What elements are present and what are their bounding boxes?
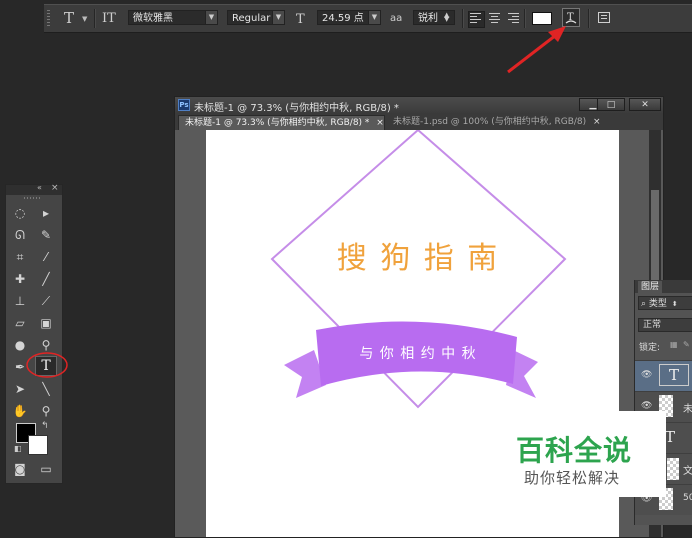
gradient-tool-icon[interactable]: ▣	[35, 313, 57, 333]
canvas-pasteboard	[175, 130, 206, 537]
antialias-icon: aa	[390, 13, 403, 24]
eyedropper-tool-icon[interactable]: ⁄	[35, 247, 57, 267]
lock-label: 锁定:	[639, 343, 661, 353]
lock-transparent-icon[interactable]: ▦	[670, 340, 678, 349]
maximize-button[interactable]: □	[597, 98, 625, 111]
dodge-tool-icon[interactable]: ⚲	[35, 335, 57, 355]
watermark-subtitle: 助你轻松解决	[524, 469, 621, 487]
document-titlebar[interactable]: Ps 未标题-1 @ 73.3% (与你相约中秋, RGB/8) * ▁ □ ✕	[175, 97, 663, 114]
lock-pixels-icon[interactable]: ✎	[683, 340, 690, 349]
history-brush-tool-icon[interactable]: ⟋	[35, 291, 57, 311]
warp-text-button[interactable]: T	[562, 8, 580, 27]
brush-tool-icon[interactable]: ╱	[35, 269, 57, 289]
eye-icon[interactable]: 👁	[641, 401, 652, 411]
watermark-title: 百科全说	[516, 434, 633, 467]
align-center-icon[interactable]	[487, 11, 504, 28]
eraser-tool-icon[interactable]: ▱	[9, 313, 31, 333]
tab-label: 未标题-1.psd @ 100% (与你相约中秋, RGB/8)	[393, 117, 587, 127]
pen-tool-icon[interactable]: ✒	[9, 357, 31, 377]
divider	[588, 9, 590, 28]
tab-layers[interactable]: 图层	[638, 281, 663, 293]
options-bar: T ▼ IT 微软雅黑 ▼ Regular ▼ T 24.59 点 ▼ aa 锐…	[44, 4, 692, 33]
blend-mode-select[interactable]: 正常	[638, 318, 692, 332]
layer-kind-filter[interactable]: ⌕ 类型 ⬍	[638, 296, 692, 310]
close-icon[interactable]: ×	[593, 117, 601, 127]
artwork-title[interactable]: 搜 狗 指 南	[337, 241, 500, 276]
document-tab-bar: 未标题-1 @ 73.3% (与你相约中秋, RGB/8) * × 未标题-1.…	[175, 114, 663, 131]
path-selection-tool-icon[interactable]: ➤	[9, 379, 31, 399]
text-tool-preset-icon[interactable]: T	[64, 11, 74, 26]
tab-other-document[interactable]: 未标题-1.psd @ 100% (与你相约中秋, RGB/8) ×	[387, 115, 609, 130]
panel-grip[interactable]	[24, 197, 42, 199]
ribbon-text[interactable]: 与 你 相 约 中 秋	[359, 346, 476, 362]
divider	[524, 9, 526, 28]
crop-tool-icon[interactable]: ⌗	[9, 247, 31, 267]
healing-brush-tool-icon[interactable]: ✚	[9, 269, 31, 289]
chevron-down-icon[interactable]: ▼	[82, 15, 87, 23]
tools-panel-header[interactable]: « ×	[6, 183, 62, 195]
zoom-tool-icon[interactable]: ⚲	[35, 401, 57, 421]
layers-tab-bar: 图层	[635, 280, 692, 293]
text-layer-thumb: T	[665, 428, 676, 446]
screen-mode-icon[interactable]: ▭	[35, 459, 57, 479]
photoshop-app-icon: Ps	[178, 99, 190, 111]
quick-selection-tool-icon[interactable]: ✎	[35, 225, 57, 245]
swap-colors-icon[interactable]: ↰	[41, 421, 49, 431]
chevron-down-icon[interactable]: ▼	[205, 10, 218, 25]
close-icon[interactable]: ×	[376, 118, 384, 128]
window-title: 未标题-1 @ 73.3% (与你相约中秋, RGB/8) *	[194, 103, 399, 114]
warp-text-icon: T	[565, 12, 577, 24]
default-colors-icon[interactable]: ◧	[14, 444, 22, 453]
watermark: 百科全说 助你轻松解决	[500, 411, 666, 497]
panel-grip[interactable]	[47, 10, 50, 28]
close-icon[interactable]: ×	[51, 183, 59, 193]
tools-panel: « × ◌ ▸ ᘏ ✎ ⌗ ⁄ ✚ ╱ ⊥ ⟋ ▱ ▣ ● ⚲ ✒ T ➤ ╲ …	[5, 183, 63, 484]
chevron-down-icon[interactable]: ▼	[272, 10, 285, 25]
text-layer-thumb: T	[659, 364, 689, 386]
layer-name: 文	[683, 466, 692, 477]
marquee-tool-icon[interactable]: ◌	[9, 203, 31, 223]
divider	[94, 9, 96, 28]
layer-row[interactable]: 👁 T	[635, 360, 692, 391]
font-size-icon: T	[296, 12, 305, 27]
layer-kind-value: 类型	[648, 299, 667, 309]
stepper-icon[interactable]: ▲ ▼	[444, 12, 449, 23]
tab-label: 未标题-1 @ 73.3% (与你相约中秋, RGB/8) *	[185, 118, 370, 128]
align-left-icon[interactable]	[468, 11, 485, 28]
text-orientation-icon[interactable]: IT	[102, 11, 116, 26]
character-panel-icon[interactable]	[598, 12, 610, 23]
type-tool-icon[interactable]: T	[35, 356, 57, 376]
quick-mask-icon[interactable]: ◙	[9, 459, 31, 479]
text-color-swatch[interactable]	[532, 12, 552, 25]
collapse-icon[interactable]: «	[37, 183, 42, 192]
background-color-swatch[interactable]	[28, 435, 48, 455]
blur-tool-icon[interactable]: ●	[9, 335, 31, 355]
layer-name: 50	[683, 493, 692, 503]
lasso-tool-icon[interactable]: ᘏ	[9, 225, 31, 245]
hand-tool-icon[interactable]: ✋	[9, 401, 31, 421]
move-tool-icon[interactable]: ▸	[35, 203, 57, 223]
layer-thumb	[667, 458, 679, 480]
stepper-icon: ⬍	[671, 300, 678, 308]
clone-stamp-tool-icon[interactable]: ⊥	[9, 291, 31, 311]
line-tool-icon[interactable]: ╲	[35, 379, 57, 399]
chevron-down-icon[interactable]: ▼	[368, 10, 381, 25]
tab-active-document[interactable]: 未标题-1 @ 73.3% (与你相约中秋, RGB/8) * ×	[178, 115, 385, 130]
layer-name: 未	[683, 404, 692, 415]
search-icon: ⌕	[641, 299, 647, 309]
eye-icon[interactable]: 👁	[641, 370, 652, 380]
align-right-icon[interactable]	[506, 11, 523, 28]
close-button[interactable]: ✕	[629, 98, 661, 111]
divider	[462, 9, 464, 28]
